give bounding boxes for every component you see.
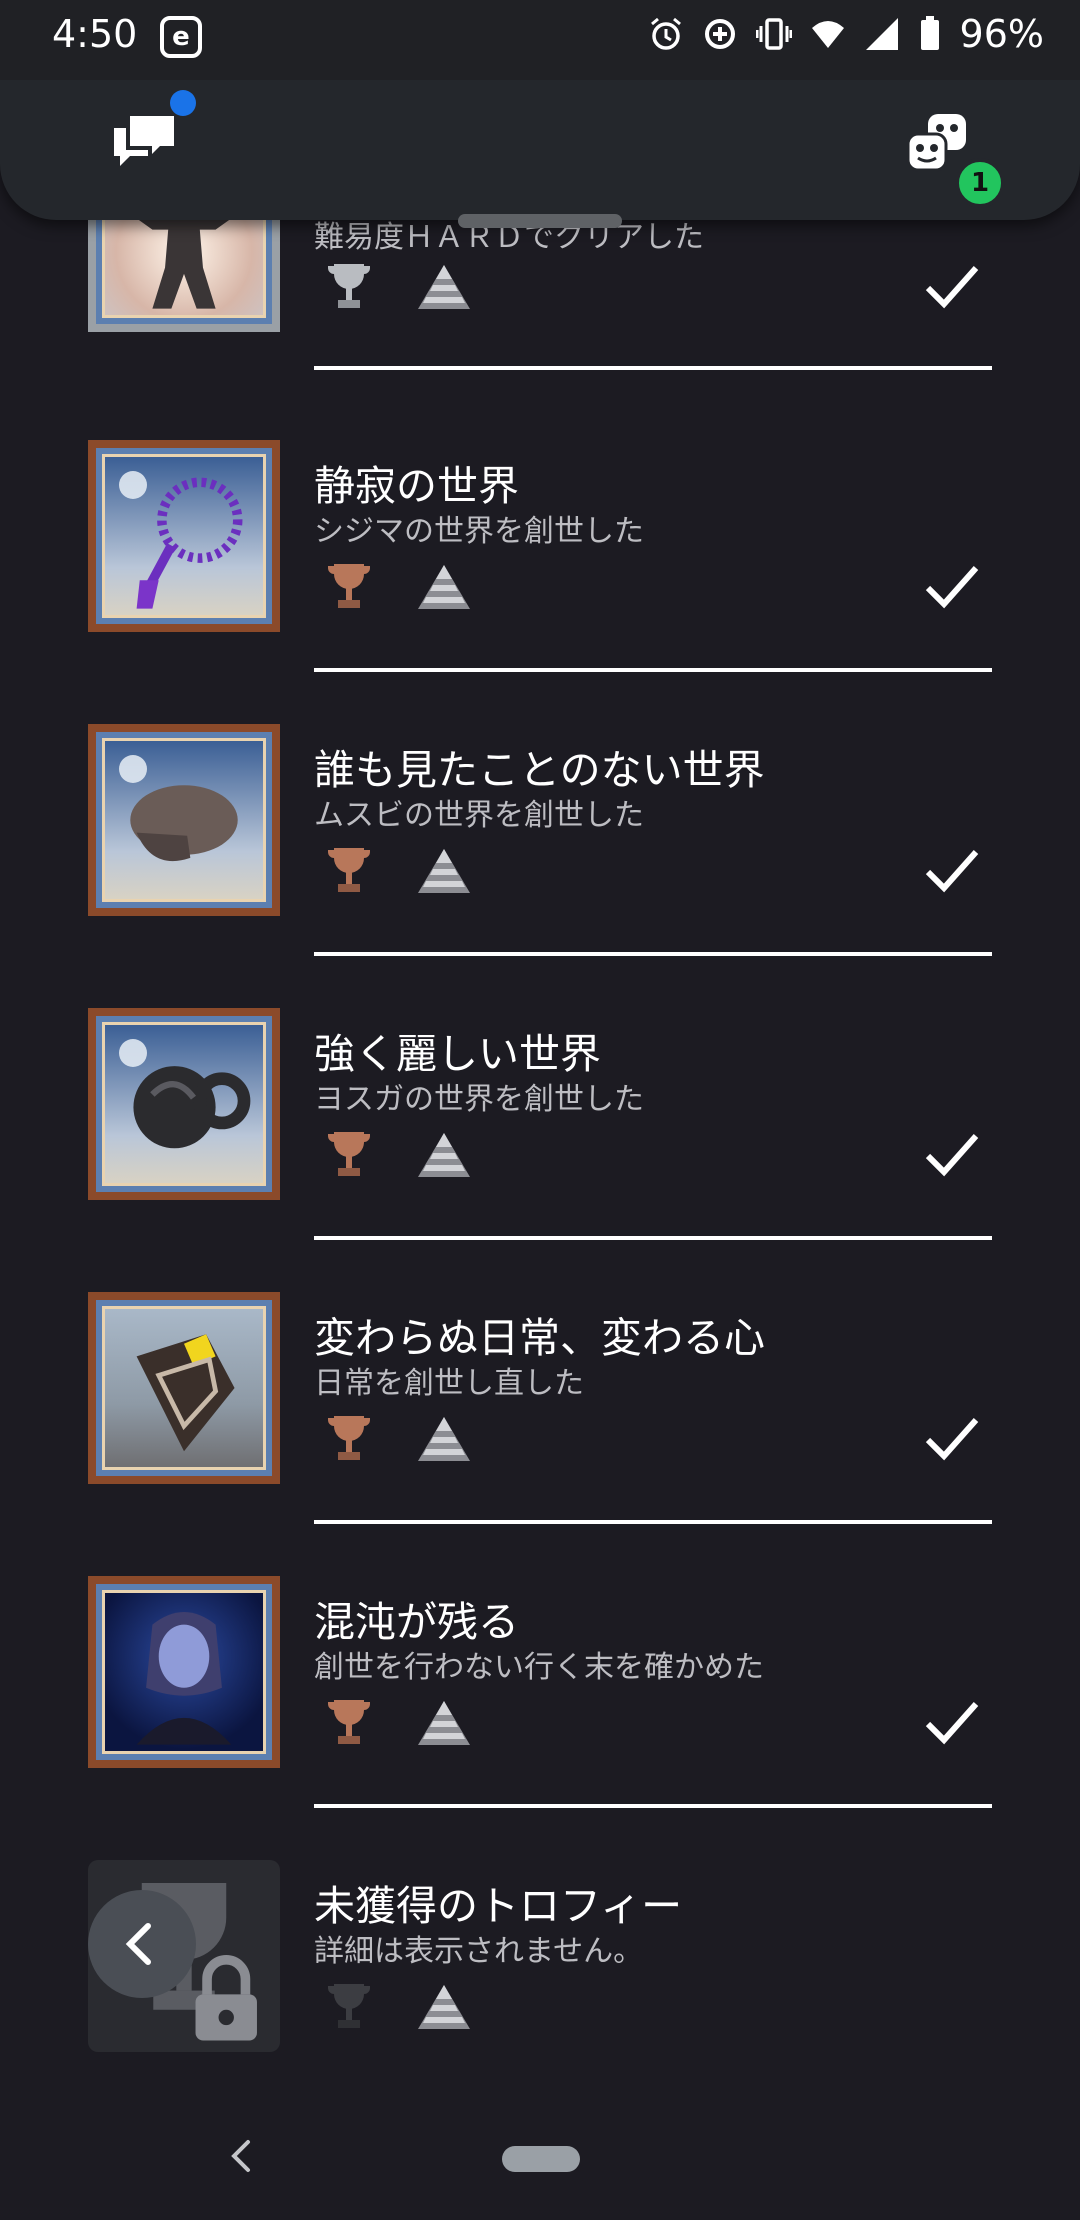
rarity-pyramid-icon	[418, 1985, 470, 2029]
trophy-icon	[328, 564, 370, 608]
drag-handle[interactable]	[458, 214, 622, 228]
trophy-icon	[328, 1700, 370, 1744]
trophy-image	[88, 1008, 280, 1200]
chat-icon[interactable]	[110, 112, 178, 172]
rarity-pyramid-icon	[418, 1133, 470, 1177]
trophy-desc: ムスビの世界を創世した	[314, 798, 644, 833]
progress-bar	[314, 1520, 992, 1524]
vibrate-icon	[755, 18, 792, 50]
trophy-desc: ヨスガの世界を創世した	[314, 1082, 644, 1117]
check-icon	[925, 1418, 979, 1461]
alarm-icon	[650, 17, 681, 50]
progress-bar	[314, 1804, 992, 1808]
check-icon	[925, 1702, 979, 1745]
check-icon	[925, 1134, 979, 1177]
app-notification-icon: e	[160, 16, 202, 58]
list-item[interactable]: 誰も見たことのない世界 ムスビの世界を創世した	[0, 694, 1080, 978]
trophy-image	[88, 1292, 280, 1484]
trophy-image	[88, 440, 280, 632]
nav-back-icon[interactable]	[226, 2136, 256, 2176]
trophy-icon	[328, 1984, 370, 2028]
trophy-desc: 詳細は表示されません。	[314, 1934, 644, 1969]
rarity-pyramid-icon	[418, 265, 470, 309]
trophy-icon	[328, 1132, 370, 1176]
rarity-pyramid-icon	[418, 1417, 470, 1461]
trophy-image	[88, 724, 280, 916]
trophy-title: 混沌が残る	[314, 1598, 519, 1646]
trophy-icon	[328, 848, 370, 892]
overlay-bar: 1	[0, 80, 1080, 220]
back-button[interactable]	[88, 1890, 196, 1998]
trophy-image	[88, 1576, 280, 1768]
progress-bar	[314, 366, 992, 370]
trophy-title: 静寂の世界	[314, 462, 519, 510]
check-icon	[925, 566, 979, 609]
rarity-pyramid-icon	[418, 849, 470, 893]
trophy-title: 未獲得のトロフィー	[314, 1882, 683, 1930]
data-saver-icon	[704, 19, 735, 49]
rarity-pyramid-icon	[418, 1701, 470, 1745]
list-item[interactable]: 静寂の世界 シジマの世界を創世した	[0, 410, 1080, 694]
trophy-title: 強く麗しい世界	[314, 1030, 601, 1078]
progress-bar	[314, 952, 992, 956]
rarity-pyramid-icon	[418, 565, 470, 609]
friends-badge: 1	[955, 158, 1005, 208]
signal-icon	[865, 18, 898, 50]
list-item[interactable]: 強く麗しい世界 ヨスガの世界を創世した	[0, 978, 1080, 1262]
trophy-title: 変わらぬ日常、変わる心	[314, 1314, 765, 1362]
list-item[interactable]: 混沌が残る 創世を行わない行く末を確かめた	[0, 1546, 1080, 1830]
battery-percent: 96%	[959, 12, 1044, 56]
friends-icon[interactable]	[906, 112, 968, 172]
check-icon	[925, 850, 979, 893]
clock: 4:50	[52, 12, 138, 56]
trophy-desc: 日常を創世し直した	[314, 1366, 584, 1401]
trophy-desc: 創世を行わない行く末を確かめた	[314, 1650, 764, 1685]
battery-icon	[920, 16, 939, 50]
trophy-icon	[328, 264, 370, 308]
list-item[interactable]: 変わらぬ日常、変わる心 日常を創世し直した	[0, 1262, 1080, 1546]
check-icon	[925, 266, 979, 309]
progress-bar	[314, 1236, 992, 1240]
status-bar: 4:50 e 96%	[0, 0, 1080, 80]
progress-bar	[314, 668, 992, 672]
trophy-icon	[328, 1416, 370, 1460]
notification-dot	[170, 90, 196, 116]
trophy-title: 誰も見たことのない世界	[314, 746, 765, 794]
navigation-bar	[0, 2096, 1080, 2220]
wifi-icon	[811, 21, 844, 48]
home-pill[interactable]	[502, 2146, 580, 2172]
trophy-desc: シジマの世界を創世した	[314, 514, 644, 549]
chevron-left-icon	[125, 1923, 151, 1965]
